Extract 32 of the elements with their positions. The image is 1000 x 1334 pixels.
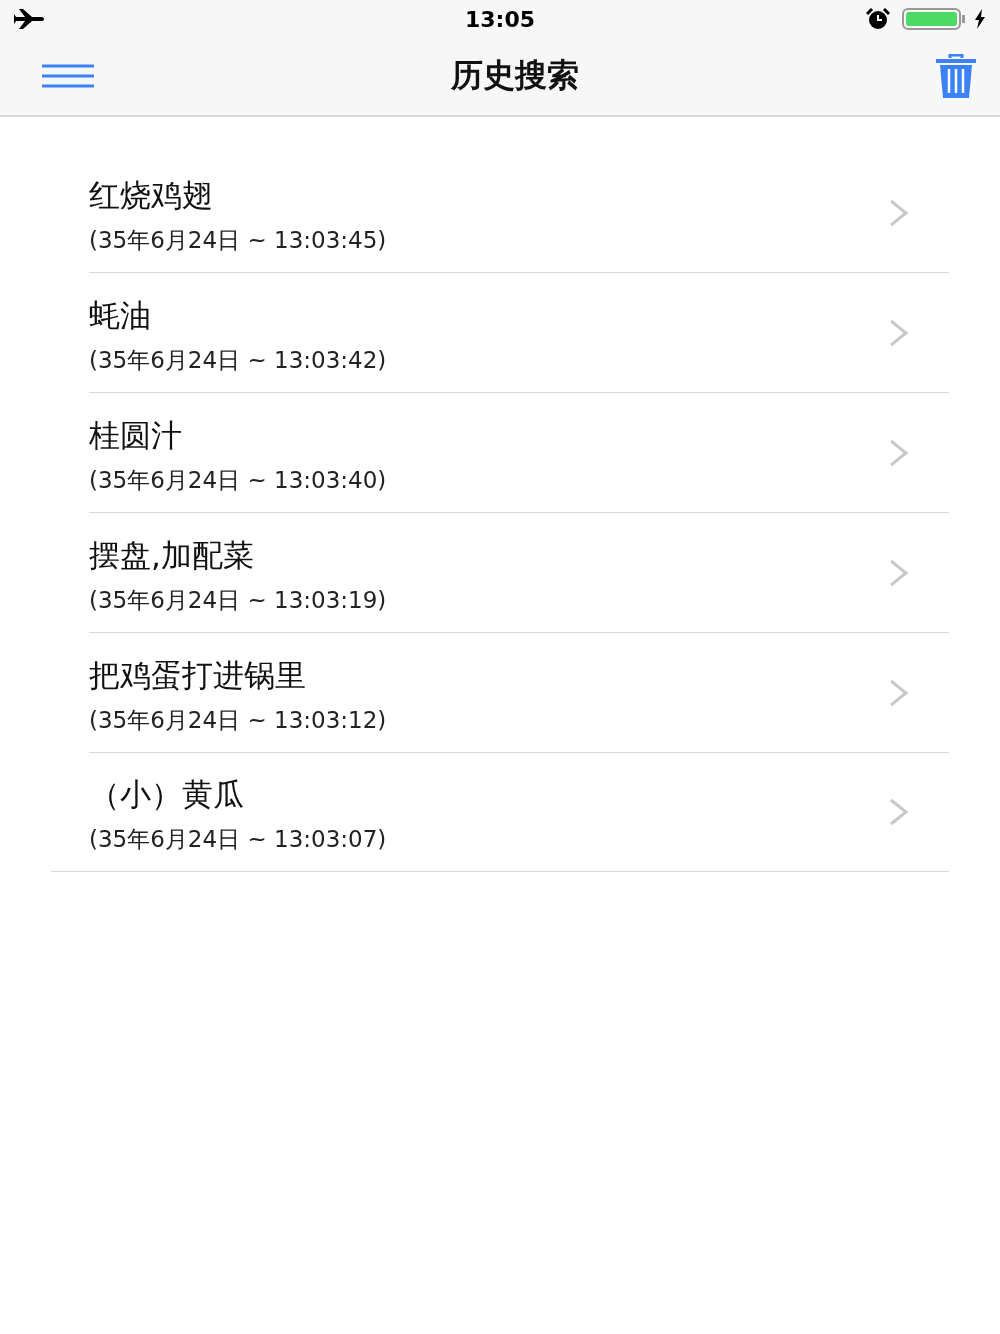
item-title: 桂圆汁	[89, 415, 183, 455]
item-time: (35年6月24日 ~ 13:03:12)	[89, 705, 387, 735]
item-title: 摆盘,加配菜	[89, 535, 255, 575]
item-time: (35年6月24日 ~ 13:03:42)	[89, 345, 387, 375]
chevron-right-icon	[889, 438, 909, 467]
item-title: 红烧鸡翅	[89, 175, 214, 215]
item-time: (35年6月24日 ~ 13:03:07)	[89, 825, 387, 854]
airplane-icon	[14, 8, 46, 30]
item-time: (35年6月24日 ~ 13:03:40)	[89, 465, 387, 495]
alarm-icon	[866, 8, 890, 30]
chevron-right-icon	[889, 318, 909, 347]
history-item[interactable]: 摆盘,加配菜 (35年6月24日 ~ 13:03:19)	[89, 513, 949, 633]
history-item[interactable]: （小）黄瓜 (35年6月24日 ~ 13:03:07)	[51, 753, 949, 872]
history-item[interactable]: 蚝油 (35年6月24日 ~ 13:03:42)	[89, 273, 949, 393]
charging-icon	[974, 9, 986, 29]
chevron-right-icon	[889, 798, 909, 826]
history-item[interactable]: 桂圆汁 (35年6月24日 ~ 13:03:40)	[89, 393, 949, 513]
chevron-right-icon	[889, 558, 909, 587]
item-time: (35年6月24日 ~ 13:03:45)	[89, 225, 387, 255]
history-item[interactable]: 把鸡蛋打进锅里 (35年6月24日 ~ 13:03:12)	[89, 633, 949, 753]
chevron-right-icon	[889, 198, 909, 227]
chevron-right-icon	[889, 678, 909, 707]
page-title: 历史搜索	[451, 55, 579, 96]
menu-icon[interactable]	[42, 64, 94, 88]
item-time: (35年6月24日 ~ 13:03:19)	[89, 585, 387, 615]
item-title: 把鸡蛋打进锅里	[89, 655, 307, 695]
trash-icon[interactable]	[936, 54, 976, 98]
item-title: 蚝油	[89, 295, 152, 335]
item-title: （小）黄瓜	[89, 775, 245, 814]
status-time: 13:05	[465, 6, 535, 32]
battery-icon	[902, 8, 966, 30]
history-item[interactable]: 红烧鸡翅 (35年6月24日 ~ 13:03:45)	[89, 153, 949, 273]
